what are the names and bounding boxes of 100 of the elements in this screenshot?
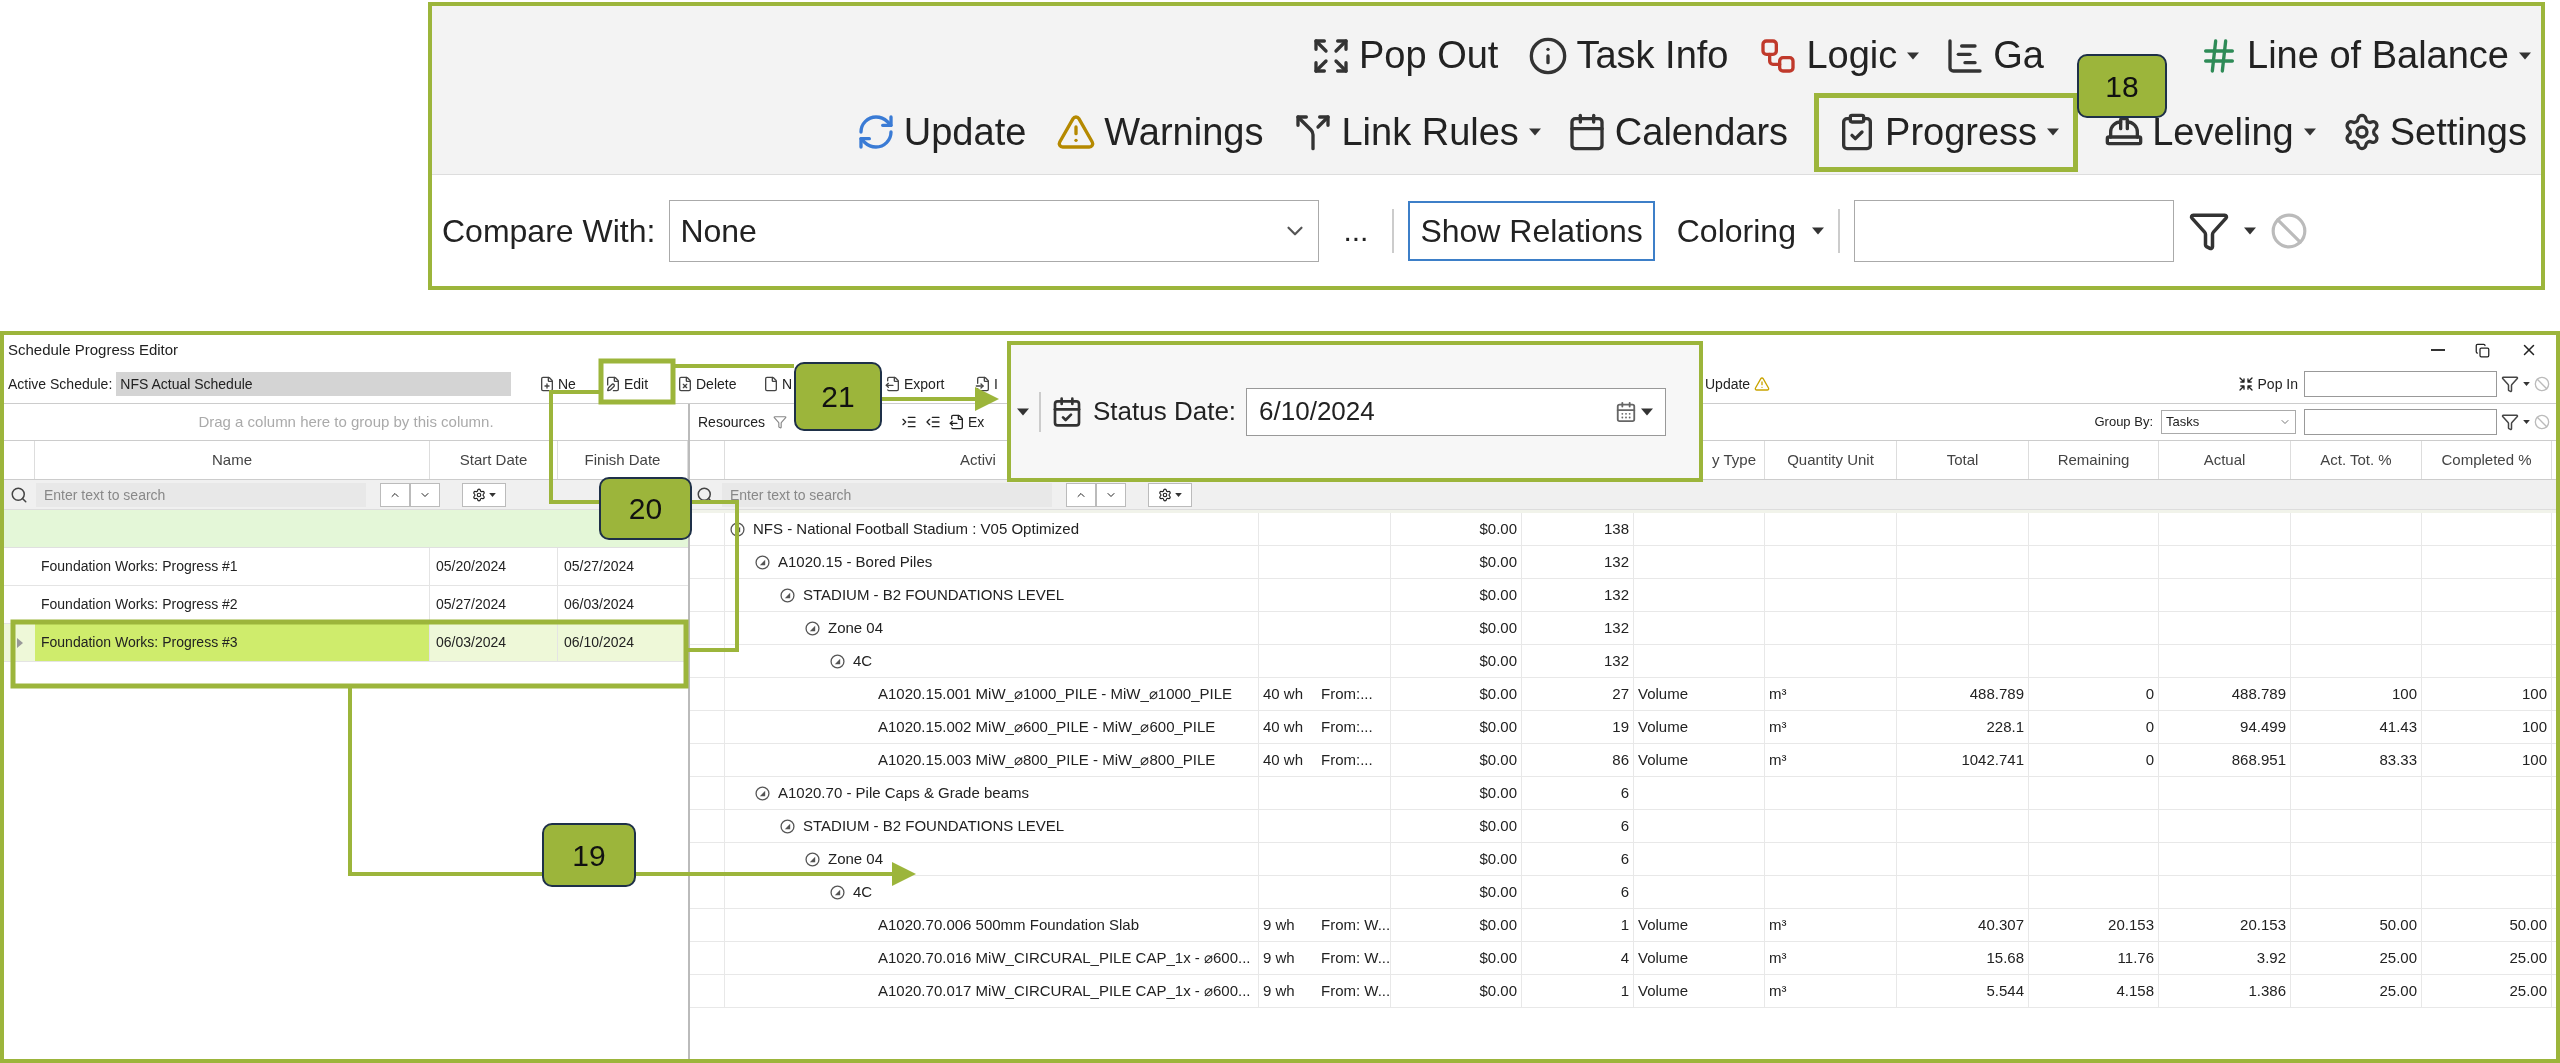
toolbar-button[interactable]: Ne [535,373,599,395]
active-schedule-label: Active Schedule: [8,374,113,394]
options-button[interactable] [462,482,506,507]
table-cell-text: 3.92 [2256,947,2286,968]
progress-row[interactable]: Foundation Works: Progress #1 05/20/2024 05/27/2024 [4,548,688,586]
column-header[interactable]: Name [35,441,430,479]
toolbar-button[interactable]: Delete [673,373,757,395]
ribbon-button[interactable]: Link Rules [1289,103,1523,161]
callout-marker: 19 [542,823,636,887]
filter-icon [2501,413,2519,431]
file-delete-icon [677,376,693,392]
table-cell: 06/03/2024 [430,624,558,661]
more-button[interactable]: ... [1333,208,1379,253]
disabled-icon [2269,211,2308,250]
table-cell-text: 9 wh [1263,914,1295,935]
table-cell: Foundation Works: Progress #1 [35,548,430,585]
activity-name: STADIUM - B2 FOUNDATIONS LEVEL [803,584,1065,605]
collapse-toggle-icon[interactable] [780,818,795,834]
filter-field[interactable] [2304,409,2497,435]
toolbar-button[interactable]: I [971,373,1011,395]
collapse-toggle-icon[interactable] [805,851,820,867]
show-relations-button[interactable]: Show Relations [1408,200,1655,261]
ribbon-button[interactable]: Settings [2337,103,2531,161]
column-header[interactable]: Remaining [2029,441,2159,479]
table-cell-text: 06/10/2024 [563,633,636,652]
row-pointer-icon [16,637,23,648]
table-cell-text: 19 [1612,716,1629,737]
column-header[interactable]: Completed % [2422,441,2552,479]
column-header[interactable]: Total [1897,441,2029,479]
ribbon-button[interactable]: Logic [1754,27,1902,84]
group-by-dropdown[interactable]: Tasks [2161,410,2296,434]
table-cell-text: 0 [2145,683,2154,704]
group-by-hint: Drag a column here to group by this column. [198,411,494,432]
column-header[interactable]: Start Date [430,441,558,479]
column-header[interactable]: Act. Tot. % [2291,441,2422,479]
gear-icon [1158,487,1172,502]
toolbar-button[interactable]: Export [881,373,969,395]
compare-with-dropdown[interactable]: None [669,199,1320,262]
table-cell: 05/27/2024 [430,586,558,623]
column-header[interactable]: Actual [2159,441,2291,479]
file-import-icon [975,376,991,392]
caret-icon [489,492,496,497]
collapse-toggle-icon[interactable] [830,653,845,669]
ribbon-button[interactable]: Task Info [1524,27,1733,84]
group-by-label: Group By: [2094,413,2153,432]
ribbon-button[interactable]: Ga [1941,27,2048,84]
table-cell-text: From: W... [1321,914,1391,935]
table-cell-text: 100 [2391,683,2417,704]
activity-name: A1020.15.003 MiW_⌀800_PILE - MiW_⌀800_PILE [878,749,1216,770]
options-button[interactable] [1148,482,1192,507]
calendar-icon [1615,400,1638,423]
table-cell-text: 11.76 [2117,947,2154,968]
ribbon-button[interactable]: Progress [1833,103,2042,161]
ribbon-button[interactable]: Line of Balance [2195,27,2513,84]
table-cell-text: 50.00 [2509,914,2547,935]
filter-icon [2501,375,2519,393]
outdent-icon [924,414,941,430]
collapse-toggle-icon[interactable] [780,587,795,603]
status-date-field[interactable]: 6/10/2024 [1246,387,1667,436]
table-cell-text: 868.951 [2231,749,2286,770]
indent-icon [900,414,917,430]
ribbon-button[interactable]: Calendars [1562,103,1793,161]
coloring-button[interactable]: Coloring [1668,206,1804,255]
collapse-toggle-icon[interactable] [805,620,820,636]
column-header[interactable]: Activi [960,448,996,472]
ribbon-button[interactable]: Warnings [1052,103,1268,161]
activity-name: A1020.70.017 MiW_CIRCURAL_PILE CAP_1x - ⌀600... [878,980,1251,1001]
filter-field[interactable] [2304,371,2497,397]
collapse-toggle-icon[interactable] [755,785,770,801]
activity-name: STADIUM - B2 FOUNDATIONS LEVEL [803,815,1065,836]
search-field[interactable]: Enter text to search [36,482,366,507]
activity-name: 4C [853,650,873,671]
activity-name: 4C [853,881,873,902]
toolbar-button[interactable]: N [759,373,793,395]
ribbon-button[interactable]: Update [851,103,1031,161]
table-cell-text: $0.00 [1479,716,1517,737]
restore-icon [2475,342,2490,358]
table-cell-text: 41.43 [2379,716,2417,737]
filter-field[interactable] [1853,199,2174,262]
table-cell-text: $0.00 [1479,947,1517,968]
activity-name: Zone 04 [828,848,884,869]
update-button[interactable]: Update [1705,373,1771,395]
file-export-icon [948,414,965,430]
column-header[interactable]: y Type [1712,448,1756,472]
table-cell-text: 9 wh [1263,980,1295,1001]
toolbar-button[interactable]: Edit [601,373,671,395]
table-cell-text: $0.00 [1479,881,1517,902]
export-menu-button[interactable]: Ex [948,411,985,433]
search-field[interactable]: Enter text to search [722,482,1052,507]
table-cell-text: 132 [1603,650,1629,671]
active-schedule-field: NFS Actual Schedule [116,372,512,396]
column-header[interactable]: Quantity Unit [1765,441,1897,479]
pop-in-button[interactable]: Pop In [2237,373,2298,395]
table-cell-text: Volume [1638,914,1689,935]
activity-name: NFS - National Football Stadium : V05 Optimized [753,518,1079,539]
collapse-toggle-icon[interactable] [755,554,770,570]
ribbon-button[interactable]: Pop Out [1306,27,1503,84]
collapse-toggle-icon[interactable] [730,521,745,537]
collapse-toggle-icon[interactable] [830,884,845,900]
callout-marker: 18 [2077,54,2167,118]
